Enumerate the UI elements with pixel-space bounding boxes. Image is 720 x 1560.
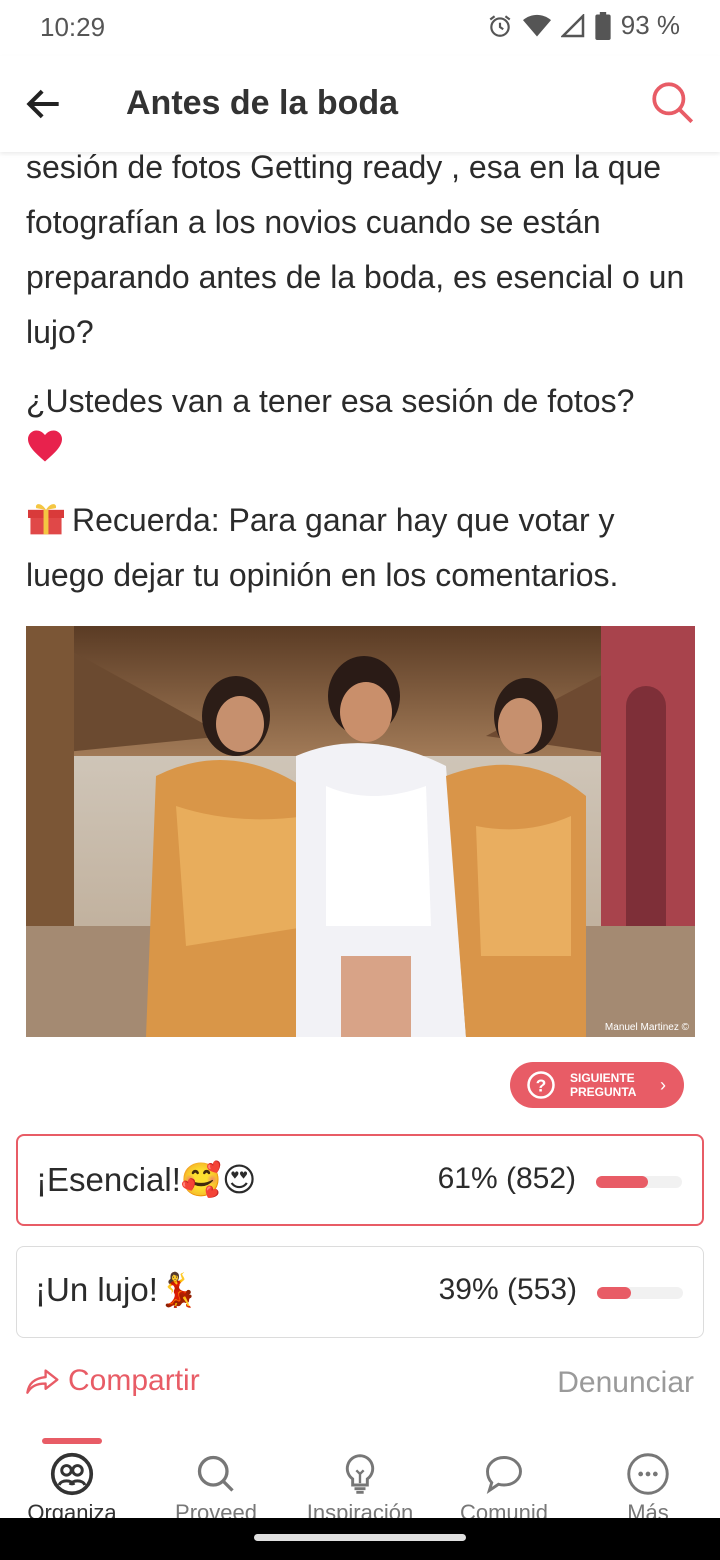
poll-result-fill	[596, 1176, 649, 1188]
wedding-photo-illustration	[26, 626, 695, 1037]
active-tab-indicator	[42, 1438, 102, 1444]
next-question-label: SIGUIENTE PREGUNTA	[570, 1071, 637, 1099]
page-title: Antes de la boda	[126, 84, 399, 122]
app-bar: Antes de la boda	[0, 56, 720, 152]
chat-bubble-icon	[486, 1456, 522, 1495]
home-gesture-pill[interactable]	[254, 1534, 466, 1541]
svg-text:?: ?	[536, 1075, 547, 1095]
poll-option-label: ¡Un lujo!💃	[35, 1271, 199, 1308]
bottom-nav: Organiza Proveed Inspiración Comunid Más	[0, 1438, 720, 1525]
nav-proveedores[interactable]: Proveed	[144, 1448, 288, 1526]
post-photo[interactable]: Manuel Martinez ©	[26, 626, 695, 1037]
lightbulb-icon	[345, 1454, 375, 1494]
back-arrow-icon[interactable]	[22, 82, 66, 126]
nav-inspiracion[interactable]: Inspiración	[288, 1448, 432, 1526]
search-icon[interactable]	[648, 78, 698, 128]
post-question: ¿Ustedes van a tener esa sesión de fotos…	[26, 383, 635, 419]
nav-mas[interactable]: Más	[576, 1448, 720, 1526]
share-icon	[26, 1369, 59, 1394]
organize-icon	[50, 1452, 94, 1496]
share-label: Compartir	[68, 1364, 200, 1397]
chevron-right-icon: ›	[660, 1074, 666, 1095]
nav-comunidad[interactable]: Comunid	[432, 1448, 576, 1526]
next-question-button[interactable]: ? SIGUIENTE PREGUNTA ›	[510, 1062, 684, 1108]
poll-option-result: 61% (852)	[437, 1162, 576, 1195]
search-icon	[197, 1455, 234, 1492]
photo-credit: Manuel Martinez ©	[604, 1022, 689, 1033]
signal-icon	[560, 13, 584, 37]
poll-result-bar	[596, 1176, 682, 1188]
status-time: 10:29	[40, 12, 106, 42]
post-reminder: Recuerda: Para ganar hay que votar y lue…	[26, 493, 696, 603]
post-reminder-text: Recuerda: Para ganar hay que votar y lue…	[26, 502, 619, 593]
poll-result-bar	[597, 1287, 683, 1299]
nav-organiza[interactable]: Organiza	[0, 1448, 144, 1526]
battery-level: 93 %	[620, 10, 680, 40]
poll-option-esencial[interactable]: ¡Esencial!🥰😍 61% (852)	[16, 1134, 704, 1226]
more-icon	[627, 1453, 669, 1495]
question-circle-icon: ?	[527, 1071, 555, 1099]
alarm-icon	[489, 14, 511, 37]
battery-icon	[595, 11, 611, 40]
wifi-icon	[522, 14, 551, 36]
status-icons: 93 %	[487, 10, 680, 41]
system-navigation-bar	[0, 1518, 720, 1560]
poll-option-lujo[interactable]: ¡Un lujo!💃 39% (553)	[16, 1246, 704, 1338]
report-link[interactable]: Denunciar	[557, 1366, 694, 1400]
heart-icon	[28, 430, 62, 462]
heart-emoji	[26, 429, 696, 469]
share-button[interactable]: Compartir	[26, 1364, 200, 1398]
poll-result-fill	[597, 1287, 631, 1299]
post-content: sesión de fotos Getting ready , esa en l…	[26, 140, 696, 603]
poll-option-result: 39% (553)	[438, 1273, 577, 1306]
post-paragraph: sesión de fotos Getting ready , esa en l…	[26, 149, 685, 350]
poll-option-label: ¡Esencial!🥰😍	[36, 1161, 257, 1198]
gift-icon	[28, 504, 64, 535]
status-bar: 10:29 93 %	[0, 0, 720, 56]
